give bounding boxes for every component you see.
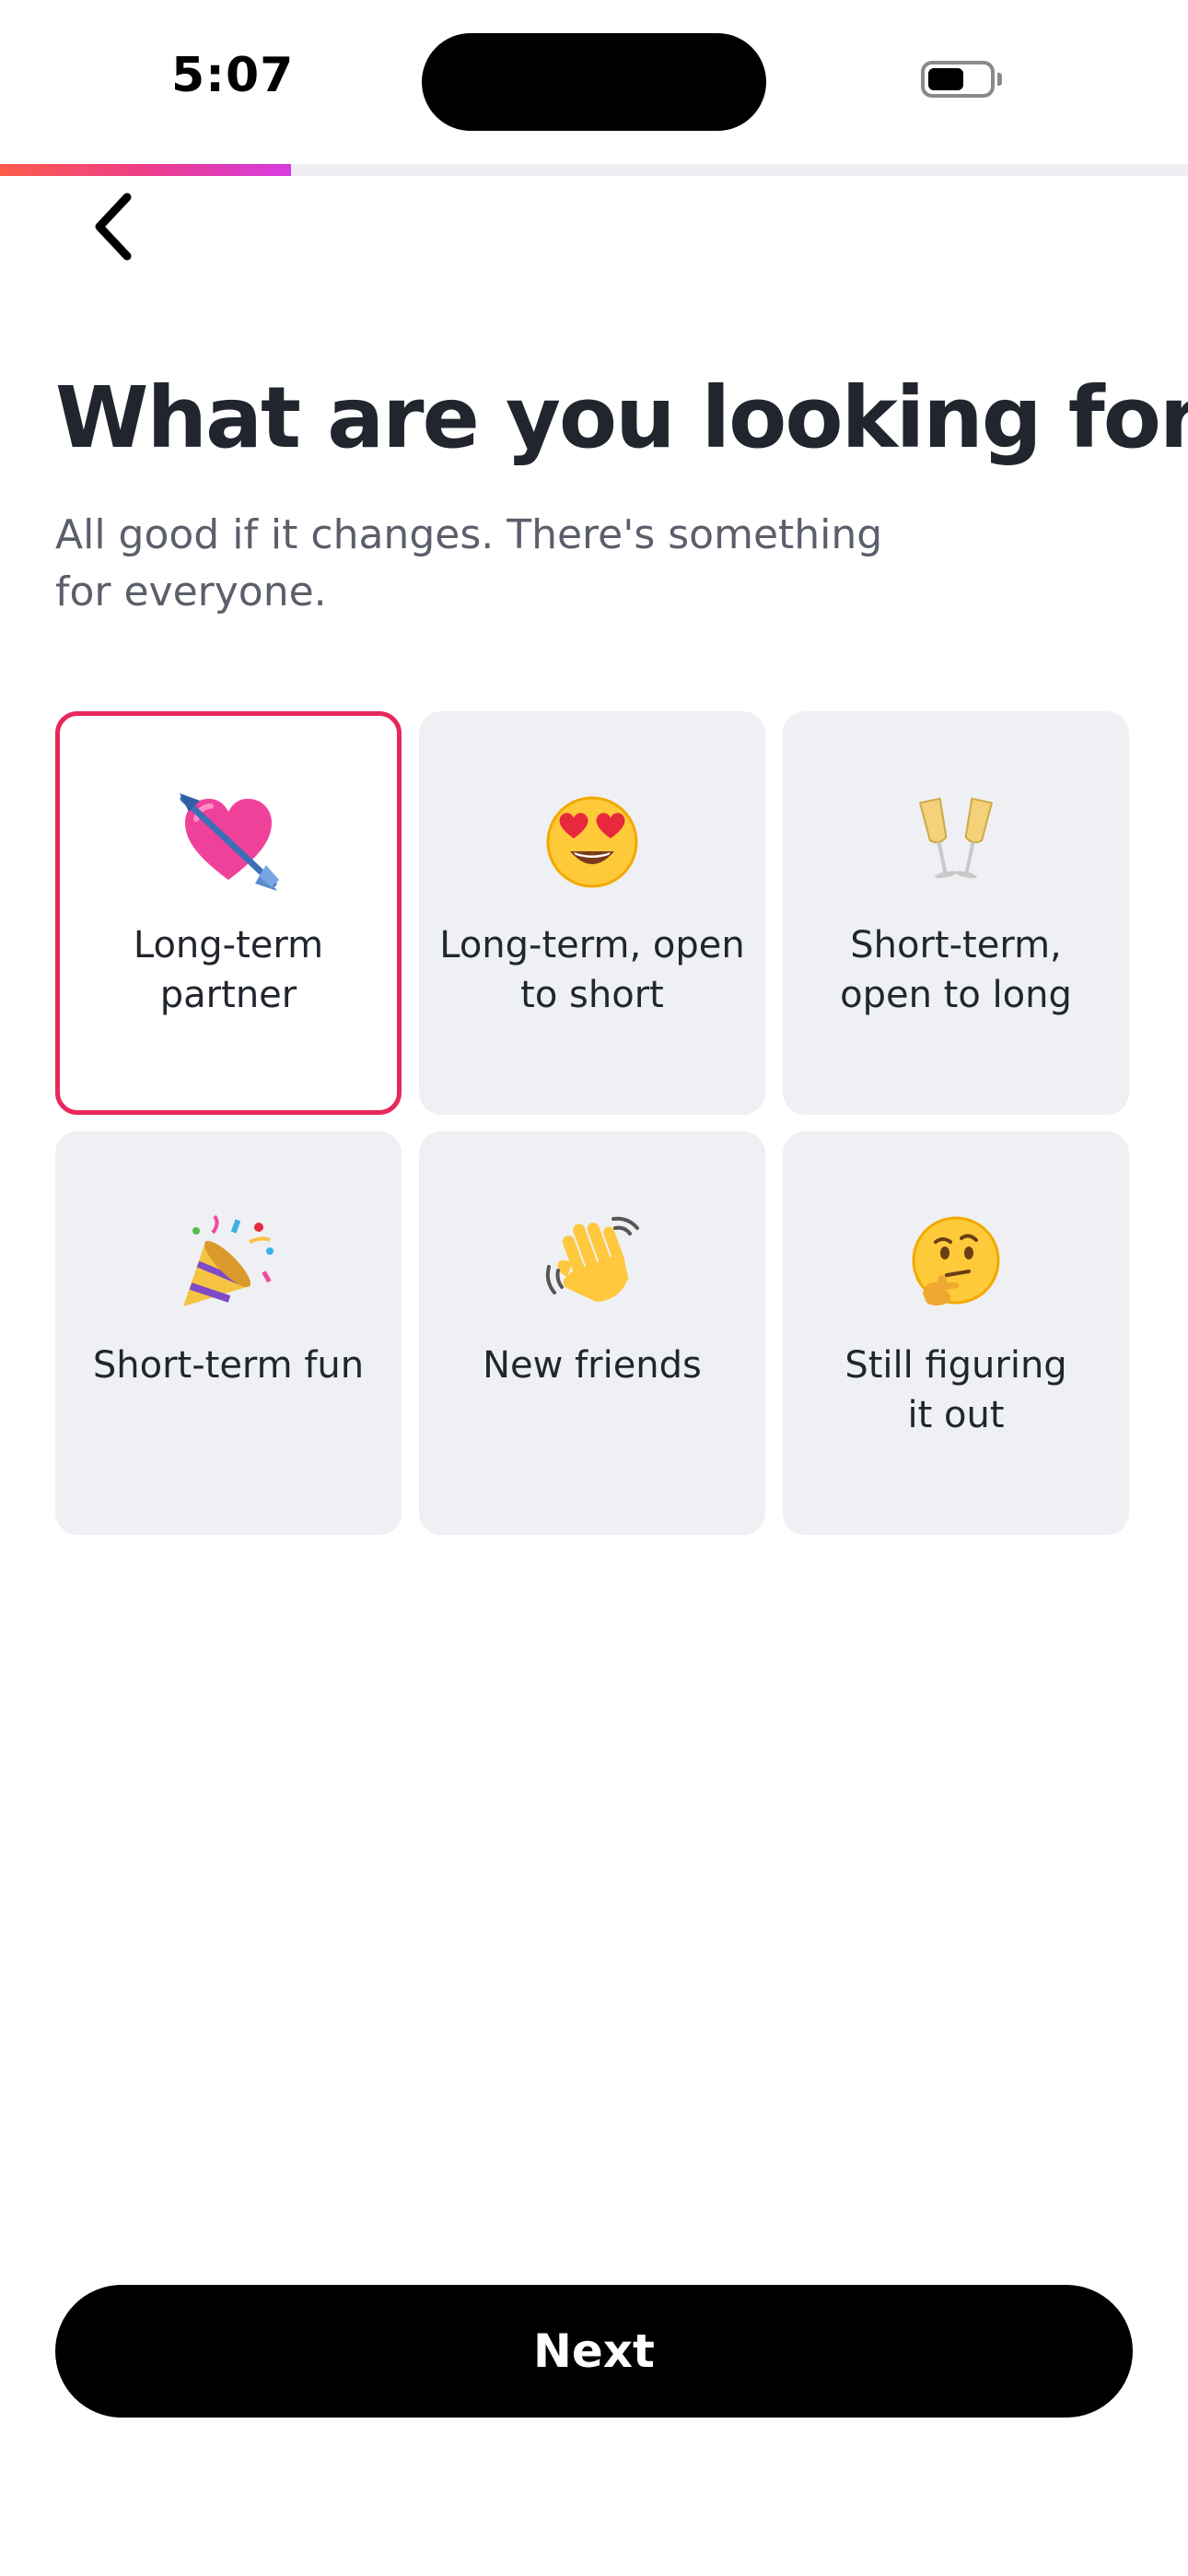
options-grid: Long-term partner Long-term, open to sho… bbox=[55, 711, 1133, 1535]
status-time: 5:07 bbox=[171, 48, 295, 103]
champagne-glasses-icon bbox=[787, 791, 1124, 893]
page-title: What are you looking for? bbox=[55, 369, 1188, 467]
progress-fill bbox=[0, 164, 292, 176]
page-subtitle: All good if it changes. There's somethin… bbox=[55, 511, 883, 615]
heart-eyes-face-icon bbox=[424, 791, 761, 893]
battery-icon bbox=[921, 61, 1002, 98]
next-button[interactable]: Next bbox=[55, 2285, 1133, 2418]
onboarding-progress-bar bbox=[0, 164, 1188, 176]
option-label: Long-term, open to short bbox=[439, 924, 745, 1016]
option-label: Long-term partner bbox=[133, 924, 324, 1016]
dynamic-island bbox=[422, 33, 766, 131]
option-label: Still figuring it out bbox=[844, 1344, 1067, 1436]
thinking-face-icon bbox=[787, 1212, 1124, 1313]
option-label: Short-term fun bbox=[92, 1344, 365, 1387]
party-popper-icon bbox=[60, 1212, 397, 1313]
option-label: Short-term, open to long bbox=[840, 924, 1072, 1016]
option-short-term-fun[interactable]: Short-term fun bbox=[55, 1131, 402, 1535]
option-new-friends[interactable]: New friends bbox=[419, 1131, 765, 1535]
option-label: New friends bbox=[483, 1344, 702, 1387]
status-bar: 5:07 bbox=[0, 0, 1188, 157]
option-still-figuring-it-out[interactable]: Still figuring it out bbox=[783, 1131, 1129, 1535]
waving-hand-icon bbox=[424, 1212, 761, 1313]
heart-with-arrow-icon bbox=[60, 791, 397, 893]
back-button[interactable] bbox=[79, 181, 153, 263]
option-short-term-open-to-long[interactable]: Short-term, open to long bbox=[783, 711, 1129, 1115]
option-long-term-partner[interactable]: Long-term partner bbox=[55, 711, 402, 1115]
next-button-label: Next bbox=[533, 2324, 655, 2378]
chevron-left-icon bbox=[95, 193, 132, 261]
option-long-term-open-to-short[interactable]: Long-term, open to short bbox=[419, 711, 765, 1115]
